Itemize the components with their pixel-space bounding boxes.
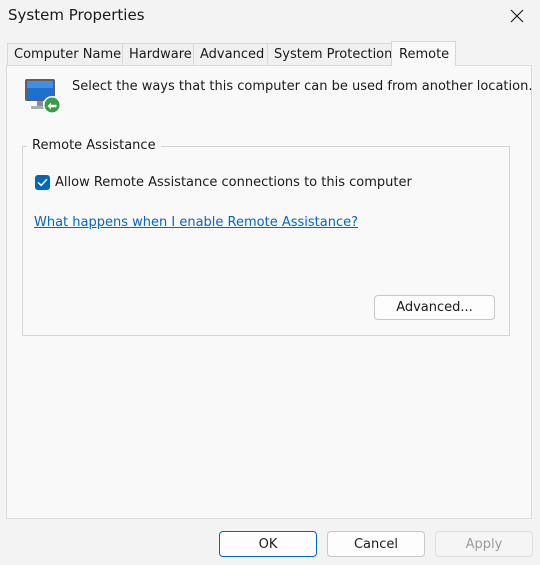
remote-tab-panel: Select the ways that this computer can b… (6, 65, 532, 519)
cancel-button[interactable]: Cancel (327, 531, 425, 557)
tab-label: Computer Name (14, 47, 122, 62)
close-icon (510, 9, 524, 23)
apply-button[interactable]: Apply (435, 531, 533, 557)
ok-button[interactable]: OK (219, 531, 317, 557)
checkbox-label[interactable]: Allow Remote Assistance connections to t… (55, 175, 412, 190)
window-title: System Properties (8, 6, 145, 24)
tab-label: Hardware (129, 47, 192, 62)
tab-strip: Computer Name Hardware Advanced System P… (7, 41, 456, 66)
tab-advanced[interactable]: Advanced (193, 43, 268, 65)
tab-system-protection[interactable]: System Protection (267, 43, 392, 65)
button-label: OK (258, 536, 278, 552)
tab-hardware[interactable]: Hardware (122, 43, 194, 65)
allow-remote-assistance-checkbox[interactable]: Allow Remote Assistance connections to t… (35, 175, 412, 190)
advanced-button[interactable]: Advanced... (374, 295, 495, 320)
remote-assistance-group: Remote Assistance Allow Remote Assistanc… (22, 138, 510, 336)
remote-assistance-help-link[interactable]: What happens when I enable Remote Assist… (34, 215, 358, 230)
button-label: Advanced... (396, 300, 473, 315)
tab-computer-name[interactable]: Computer Name (7, 43, 123, 65)
button-label: Apply (465, 536, 503, 552)
tab-label: Remote (399, 47, 450, 62)
remote-computer-icon (23, 76, 63, 116)
tab-label: System Protection (274, 47, 393, 62)
checkmark-icon (37, 173, 48, 192)
button-label: Cancel (353, 536, 399, 552)
title-bar: System Properties (0, 0, 540, 32)
tab-remote[interactable]: Remote (391, 41, 456, 66)
close-button[interactable] (494, 0, 540, 32)
group-title: Remote Assistance (27, 138, 161, 153)
tab-label: Advanced (200, 47, 265, 62)
checkbox-checked[interactable] (35, 175, 50, 190)
intro-text: Select the ways that this computer can b… (72, 79, 533, 94)
system-properties-window: System Properties Computer Name Hardware… (0, 0, 540, 565)
